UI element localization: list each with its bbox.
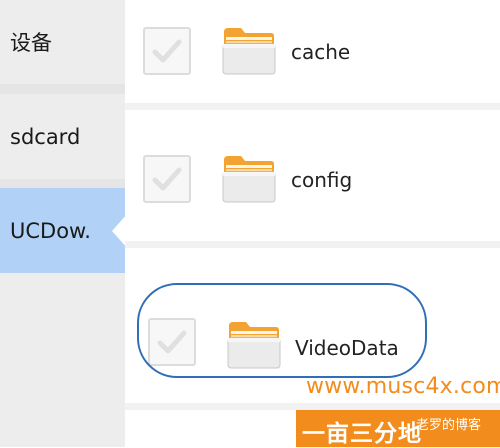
file-name: config	[291, 168, 353, 192]
sidebar-item-device[interactable]: 设备	[0, 0, 125, 84]
sidebar: 设备 sdcard UCDow.	[0, 0, 128, 447]
watermark-banner: 一亩三分地 老罗的博客	[296, 410, 500, 447]
row-divider	[125, 241, 500, 248]
list-item[interactable]: cache	[125, 10, 500, 100]
sidebar-item-label: UCDow.	[10, 218, 91, 243]
watermark-tagline: 老罗的博客	[416, 418, 482, 433]
sidebar-divider	[0, 84, 125, 94]
highlight-ellipse	[137, 283, 427, 378]
sidebar-item-ucdownloads[interactable]: UCDow.	[0, 188, 125, 273]
list-item[interactable]: config	[125, 138, 500, 228]
checkbox[interactable]	[143, 155, 191, 203]
folder-icon	[221, 22, 277, 78]
checkbox[interactable]	[143, 27, 191, 75]
watermark-url: www.musc4x.com	[306, 374, 500, 399]
check-icon	[152, 167, 182, 191]
sidebar-item-label: 设备	[10, 31, 52, 55]
check-icon	[152, 39, 182, 63]
sidebar-divider	[0, 179, 125, 188]
sidebar-item-sdcard[interactable]: sdcard	[0, 95, 125, 179]
folder-icon	[221, 150, 277, 206]
file-name: cache	[291, 40, 351, 64]
watermark-brand: 一亩三分地	[302, 421, 422, 447]
sidebar-item-label: sdcard	[10, 125, 81, 149]
row-divider	[125, 103, 500, 110]
row-divider	[125, 403, 500, 410]
